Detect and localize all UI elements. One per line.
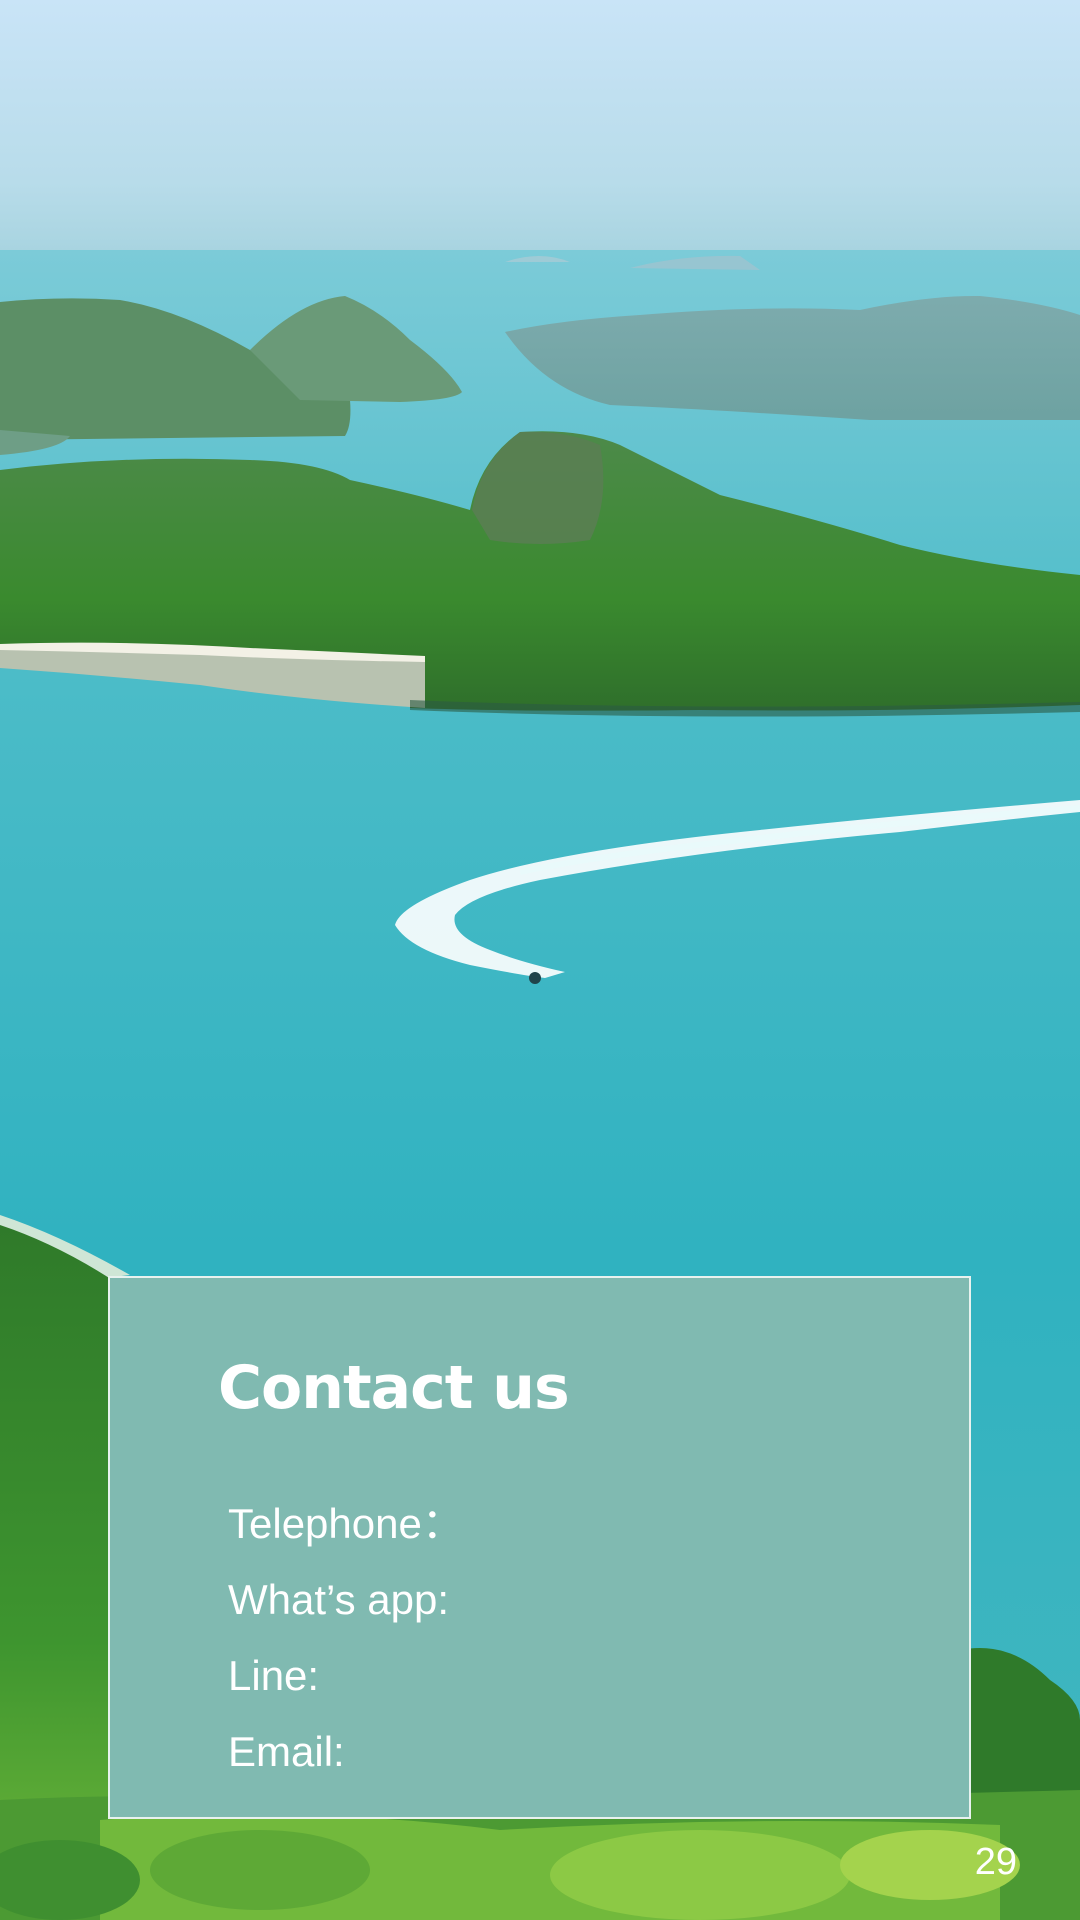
contact-list: Telephone： What’s app: Line: Email: [228, 1486, 464, 1790]
whatsapp-label: What’s app: [228, 1576, 450, 1623]
line-label: Line: [228, 1652, 320, 1699]
contact-card: Contact us Telephone： What’s app: Line: … [108, 1276, 971, 1819]
email-label: Email: [228, 1728, 345, 1775]
page-number: 29 [974, 1841, 1017, 1883]
telephone-label: Telephone： [228, 1500, 464, 1547]
contact-title: Contact us [218, 1353, 570, 1423]
